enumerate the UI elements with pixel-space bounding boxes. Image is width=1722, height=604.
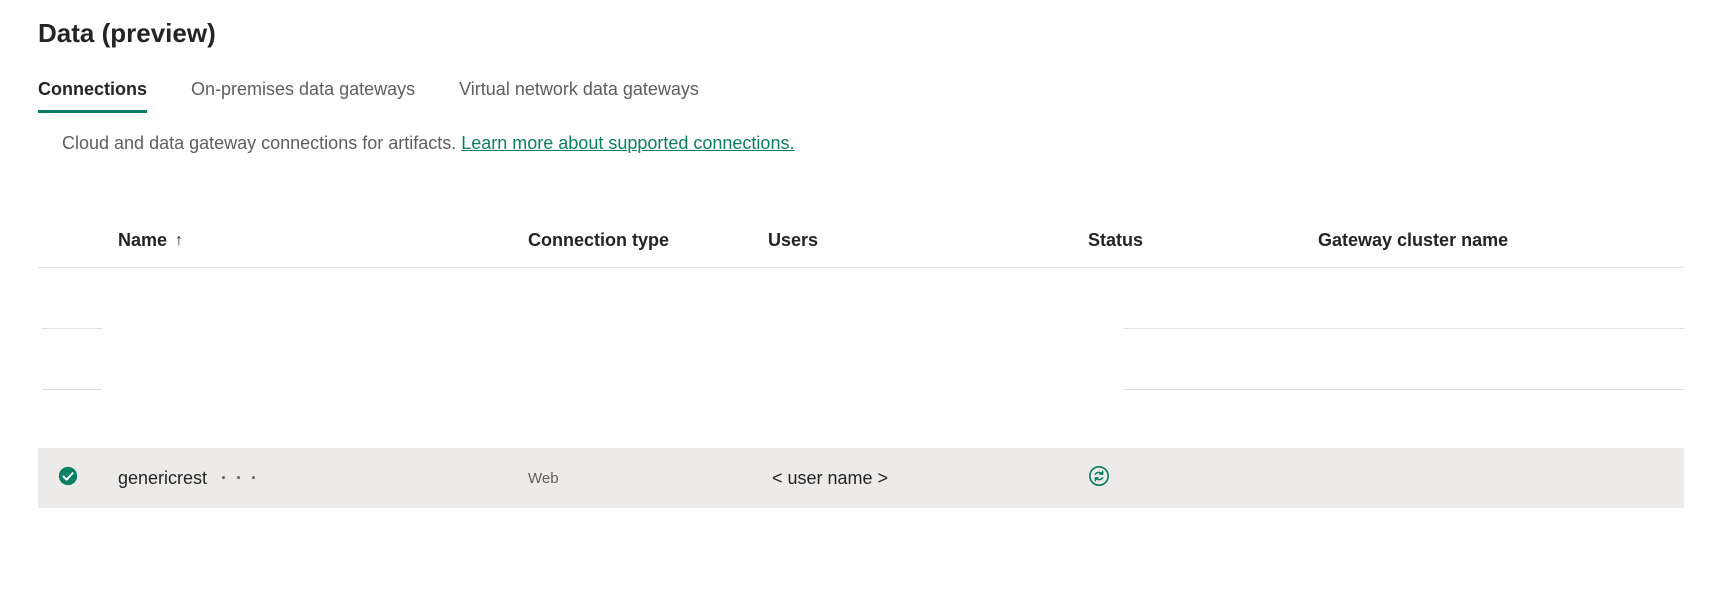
- row-connection-type-value: Web: [528, 470, 768, 487]
- row-users-value: < user name >: [768, 468, 1088, 489]
- table-empty-rows: [38, 268, 1684, 448]
- row-name-cell: genericrest · · ·: [98, 468, 528, 489]
- more-options-icon[interactable]: · · ·: [221, 468, 259, 489]
- tabs: Connections On-premises data gateways Vi…: [38, 79, 1684, 113]
- column-users[interactable]: Users: [768, 230, 1088, 251]
- description-text: Cloud and data gateway connections for a…: [62, 133, 1684, 154]
- learn-more-link[interactable]: Learn more about supported connections.: [461, 133, 794, 153]
- tab-on-premises-gateways[interactable]: On-premises data gateways: [191, 79, 415, 113]
- connections-table: Name ↑ Connection type Users Status Gate…: [38, 214, 1684, 508]
- column-connection-type[interactable]: Connection type: [528, 230, 768, 251]
- page-title: Data (preview): [38, 18, 1684, 49]
- row-name-value: genericrest: [118, 468, 207, 489]
- tab-virtual-network-gateways[interactable]: Virtual network data gateways: [459, 79, 699, 113]
- column-name-label: Name: [118, 230, 167, 251]
- column-gateway-cluster[interactable]: Gateway cluster name: [1318, 230, 1684, 251]
- column-name[interactable]: Name ↑: [98, 230, 528, 251]
- row-selected-indicator[interactable]: [38, 465, 98, 492]
- checkmark-circle-icon: [57, 465, 79, 492]
- refresh-status-icon: [1088, 471, 1110, 491]
- column-status[interactable]: Status: [1088, 230, 1318, 251]
- description-prefix: Cloud and data gateway connections for a…: [62, 133, 461, 153]
- table-header: Name ↑ Connection type Users Status Gate…: [38, 214, 1684, 268]
- tab-connections[interactable]: Connections: [38, 79, 147, 113]
- row-status-cell: [1088, 465, 1318, 492]
- sort-ascending-icon: ↑: [175, 232, 183, 250]
- table-row[interactable]: genericrest · · · Web < user name >: [38, 448, 1684, 508]
